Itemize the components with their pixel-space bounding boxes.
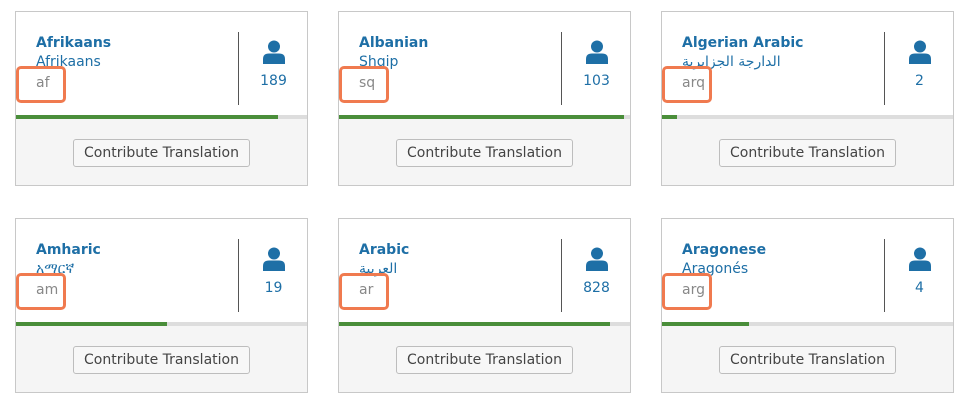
language-grid: Afrikaans Afrikaans af 189 Contribute Tr…	[0, 0, 975, 409]
contributor-count[interactable]: 828	[563, 279, 630, 297]
user-icon	[585, 247, 608, 271]
card-footer: Contribute Translation	[662, 119, 953, 185]
user-icon	[908, 247, 931, 271]
contributor-count[interactable]: 189	[240, 72, 307, 90]
user-icon	[908, 40, 931, 64]
user-icon	[262, 247, 285, 271]
language-name-link[interactable]: Amharic	[36, 241, 236, 259]
vertical-divider	[238, 239, 239, 312]
contributors: 189	[240, 40, 307, 90]
contributors: 828	[563, 247, 630, 297]
language-card-albanian: Albanian Shqip sq 103 Contribute Transla…	[338, 11, 631, 186]
language-code: af	[36, 75, 50, 91]
language-name-link[interactable]: Arabic	[359, 241, 559, 259]
user-icon	[585, 40, 608, 64]
card-top: Afrikaans Afrikaans af 189	[16, 12, 307, 120]
contributor-count[interactable]: 103	[563, 72, 630, 90]
contributors: 103	[563, 40, 630, 90]
language-card-arabic: Arabic العربية ar 828 Contribute Transla…	[338, 218, 631, 393]
card-footer: Contribute Translation	[16, 119, 307, 185]
language-native-name[interactable]: አማርኛ	[36, 259, 236, 279]
contributors: 4	[886, 247, 953, 297]
language-native-name[interactable]: Aragonés	[682, 259, 882, 279]
card-footer: Contribute Translation	[339, 326, 630, 392]
contributors: 2	[886, 40, 953, 90]
language-info: Amharic አማርኛ am	[36, 241, 236, 301]
card-footer: Contribute Translation	[16, 326, 307, 392]
vertical-divider	[561, 239, 562, 312]
card-top: Amharic አማርኛ am 19	[16, 219, 307, 327]
user-icon	[262, 40, 285, 64]
language-name-link[interactable]: Afrikaans	[36, 34, 236, 52]
vertical-divider	[884, 239, 885, 312]
contributor-count[interactable]: 2	[886, 72, 953, 90]
vertical-divider	[884, 32, 885, 105]
vertical-divider	[238, 32, 239, 105]
contributors: 19	[240, 247, 307, 297]
language-info: Arabic العربية ar	[359, 241, 559, 301]
card-top: Algerian Arabic الدارجة الجزايرية arq 2	[662, 12, 953, 120]
contribute-translation-button[interactable]: Contribute Translation	[396, 346, 573, 374]
contribute-translation-button[interactable]: Contribute Translation	[719, 346, 896, 374]
language-code: sq	[359, 75, 376, 91]
language-info: Algerian Arabic الدارجة الجزايرية arq	[682, 34, 882, 94]
language-code: ar	[359, 282, 374, 298]
language-native-name[interactable]: الدارجة الجزايرية	[682, 52, 882, 72]
language-info: Afrikaans Afrikaans af	[36, 34, 236, 94]
contribute-translation-button[interactable]: Contribute Translation	[396, 139, 573, 167]
language-info: Aragonese Aragonés arg	[682, 241, 882, 301]
card-top: Arabic العربية ar 828	[339, 219, 630, 327]
language-card-aragonese: Aragonese Aragonés arg 4 Contribute Tran…	[661, 218, 954, 393]
card-footer: Contribute Translation	[339, 119, 630, 185]
contribute-translation-button[interactable]: Contribute Translation	[73, 346, 250, 374]
language-code: arq	[682, 75, 705, 91]
contribute-translation-button[interactable]: Contribute Translation	[719, 139, 896, 167]
contributor-count[interactable]: 19	[240, 279, 307, 297]
language-code: am	[36, 282, 59, 298]
vertical-divider	[561, 32, 562, 105]
language-card-afrikaans: Afrikaans Afrikaans af 189 Contribute Tr…	[15, 11, 308, 186]
card-top: Albanian Shqip sq 103	[339, 12, 630, 120]
language-native-name[interactable]: Afrikaans	[36, 52, 236, 72]
card-footer: Contribute Translation	[662, 326, 953, 392]
language-native-name[interactable]: العربية	[359, 259, 559, 279]
contribute-translation-button[interactable]: Contribute Translation	[73, 139, 250, 167]
language-name-link[interactable]: Algerian Arabic	[682, 34, 882, 52]
language-card-algerian-arabic: Algerian Arabic الدارجة الجزايرية arq 2 …	[661, 11, 954, 186]
language-code: arg	[682, 282, 705, 298]
language-name-link[interactable]: Aragonese	[682, 241, 882, 259]
language-name-link[interactable]: Albanian	[359, 34, 559, 52]
language-native-name[interactable]: Shqip	[359, 52, 559, 72]
language-info: Albanian Shqip sq	[359, 34, 559, 94]
card-top: Aragonese Aragonés arg 4	[662, 219, 953, 327]
language-card-amharic: Amharic አማርኛ am 19 Contribute Translatio…	[15, 218, 308, 393]
contributor-count[interactable]: 4	[886, 279, 953, 297]
